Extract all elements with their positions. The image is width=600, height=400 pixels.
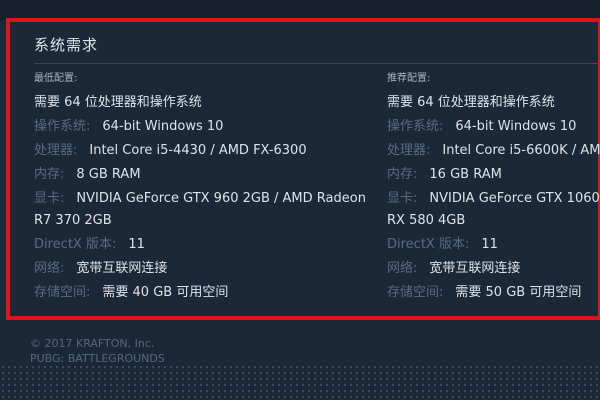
top-strip [0, 0, 600, 20]
minimum-row-memory: 内存: 8 GB RAM [34, 167, 366, 183]
row-value: 11 [481, 237, 498, 252]
row-value: 16 GB RAM [429, 167, 502, 182]
recommended-row-network: 网络: 宽带互联网连接 [387, 261, 600, 277]
recommended-row-storage: 存储空间: 需要 50 GB 可用空间 [387, 285, 600, 301]
row-value: 64-bit Windows 10 [102, 119, 224, 134]
recommended-row-os: 操作系统: 64-bit Windows 10 [387, 119, 600, 135]
minimum-64bit-note: 需要 64 位处理器和操作系统 [34, 95, 366, 111]
row-value: 宽带互联网连接 [76, 261, 168, 276]
recommended-row-memory: 内存: 16 GB RAM [387, 167, 600, 183]
recommended-row-cpu: 处理器: Intel Core i5-6600K / AMD [387, 143, 600, 159]
row-label: DirectX 版本: [387, 237, 470, 252]
row-value-continued: R7 370 2GB [34, 213, 112, 228]
row-label: DirectX 版本: [34, 237, 117, 252]
row-label: 显卡: [34, 191, 65, 206]
minimum-row-os: 操作系统: 64-bit Windows 10 [34, 119, 366, 135]
minimum-row-cpu: 处理器: Intel Core i5-4430 / AMD FX-6300 [34, 143, 366, 159]
row-value: 需要 40 GB 可用空间 [102, 285, 229, 300]
row-value: 8 GB RAM [76, 167, 141, 182]
row-label: 操作系统: [34, 119, 91, 134]
minimum-row-directx: DirectX 版本: 11 [34, 237, 366, 253]
copyright-text: © 2017 KRAFTON, Inc. [30, 337, 155, 350]
row-value: 64-bit Windows 10 [455, 119, 577, 134]
minimum-requirements-column: 最低配置: 需要 64 位处理器和操作系统 操作系统: 64-bit Window… [34, 72, 366, 309]
row-label: 网络: [387, 261, 418, 276]
row-value: 需要 50 GB 可用空间 [455, 285, 582, 300]
bottom-noise-band [0, 364, 600, 400]
minimum-row-gpu-continued: R7 370 2GB [34, 213, 366, 229]
row-value: 宽带互联网连接 [429, 261, 521, 276]
recommended-row-gpu: 显卡: NVIDIA GeForce GTX 1060 [387, 191, 600, 207]
row-value: 11 [128, 237, 145, 252]
row-value: Intel Core i5-4430 / AMD FX-6300 [89, 143, 307, 158]
row-value: Intel Core i5-6600K / AMD [442, 143, 600, 158]
row-value: NVIDIA GeForce GTX 960 2GB / AMD Radeon [76, 191, 366, 206]
recommended-heading: 推荐配置: [387, 73, 431, 84]
row-label: 存储空间: [34, 285, 91, 300]
requirement-note: 需要 64 位处理器和操作系统 [387, 95, 555, 110]
row-label: 内存: [34, 167, 65, 182]
requirement-note: 需要 64 位处理器和操作系统 [34, 95, 202, 110]
row-label: 网络: [34, 261, 65, 276]
row-value: NVIDIA GeForce GTX 1060 [429, 191, 600, 206]
system-requirements-panel: 系统需求 最低配置: 需要 64 位处理器和操作系统 操作系统: 64-bit W… [6, 18, 600, 320]
row-label: 操作系统: [387, 119, 444, 134]
minimum-row-network: 网络: 宽带互联网连接 [34, 261, 366, 277]
row-value-continued: RX 580 4GB [387, 213, 466, 228]
row-label: 内存: [387, 167, 418, 182]
minimum-row-gpu: 显卡: NVIDIA GeForce GTX 960 2GB / AMD Rade… [34, 191, 366, 207]
row-label: 显卡: [387, 191, 418, 206]
section-title: 系统需求 [34, 36, 99, 54]
row-label: 存储空间: [387, 285, 444, 300]
title-divider [34, 63, 600, 64]
recommended-requirements-column: 推荐配置: 需要 64 位处理器和操作系统 操作系统: 64-bit Window… [387, 72, 600, 309]
recommended-row-directx: DirectX 版本: 11 [387, 237, 600, 253]
legal-footer: © 2017 KRAFTON, Inc. PUBG: BATTLEGROUNDS [30, 336, 165, 366]
row-label: 处理器: [34, 143, 78, 158]
minimum-row-storage: 存储空间: 需要 40 GB 可用空间 [34, 285, 366, 301]
minimum-heading: 最低配置: [34, 73, 78, 84]
recommended-row-gpu-continued: RX 580 4GB [387, 213, 600, 229]
row-label: 处理器: [387, 143, 431, 158]
recommended-64bit-note: 需要 64 位处理器和操作系统 [387, 95, 600, 111]
